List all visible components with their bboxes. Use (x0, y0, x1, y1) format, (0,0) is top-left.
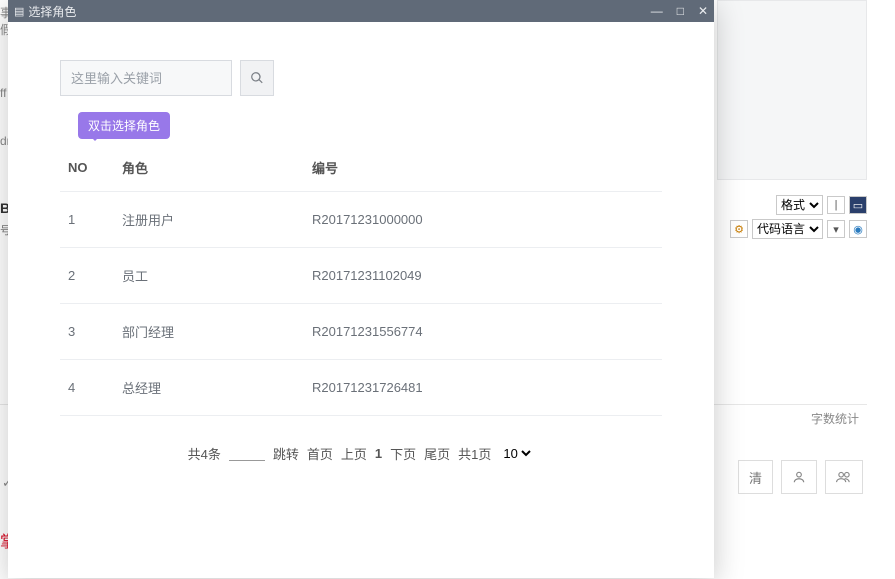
search-input[interactable] (60, 60, 232, 96)
down-icon[interactable]: ▾ (827, 220, 845, 238)
cell-role: 员工 (114, 248, 304, 304)
table-row[interactable]: 3部门经理R20171231556774 (60, 304, 662, 360)
search-button[interactable] (240, 60, 274, 96)
pager-size-select[interactable]: 10 (499, 445, 534, 462)
bg-panel (717, 0, 867, 180)
pager-prev[interactable]: 上页 (341, 444, 367, 463)
clear-button[interactable]: 清 (738, 460, 773, 494)
cell-code: R20171231000000 (304, 192, 662, 248)
pager-pages: 共1页 (458, 444, 491, 463)
pager-current: 1 (375, 446, 382, 461)
dialog-title: 选择角色 (28, 3, 76, 20)
cell-code: R20171231102049 (304, 248, 662, 304)
cell-role: 注册用户 (114, 192, 304, 248)
col-no: NO (60, 144, 114, 192)
cell-no: 2 (60, 248, 114, 304)
role-table: NO 角色 编号 1注册用户R201712310000002员工R2017123… (60, 144, 662, 416)
table-row[interactable]: 1注册用户R20171231000000 (60, 192, 662, 248)
user-icon[interactable] (781, 460, 817, 494)
pager: 共4条 跳转 首页 上页 1 下页 尾页 共1页 10 (60, 444, 662, 463)
window-icon: ▤ (14, 5, 24, 18)
pager-total: 共4条 (188, 444, 221, 463)
pager-next[interactable]: 下页 (390, 444, 416, 463)
cell-code: R20171231726481 (304, 360, 662, 416)
col-code: 编号 (304, 144, 662, 192)
minimize-icon[interactable]: — (651, 5, 663, 17)
pager-last[interactable]: 尾页 (424, 444, 450, 463)
code-lang-select[interactable]: 代码语言 (752, 219, 823, 239)
table-row[interactable]: 4总经理R20171231726481 (60, 360, 662, 416)
table-header-row: NO 角色 编号 (60, 144, 662, 192)
select-role-dialog: ▤ 选择角色 — □ ✕ 双击选择角色 NO 角色 编号 1注册用户R201 (8, 0, 714, 578)
toolbar-separator: | (827, 196, 845, 214)
cell-no: 4 (60, 360, 114, 416)
dialog-titlebar[interactable]: ▤ 选择角色 — □ ✕ (8, 0, 714, 22)
table-row[interactable]: 2员工R20171231102049 (60, 248, 662, 304)
pager-first[interactable]: 首页 (307, 444, 333, 463)
users-icon[interactable] (825, 460, 863, 494)
bg-button-row: 清 (738, 460, 863, 494)
cell-code: R20171231556774 (304, 304, 662, 360)
cell-role: 部门经理 (114, 304, 304, 360)
cell-no: 3 (60, 304, 114, 360)
word-count-label[interactable]: 字数统计 (811, 410, 859, 427)
close-icon[interactable]: ✕ (698, 5, 708, 17)
hint-tooltip: 双击选择角色 (78, 112, 170, 139)
format-select[interactable]: 格式 (776, 195, 823, 215)
bg-toolbar: 格式 | ▭ ⚙ 代码语言 ▾ ◉ (697, 195, 867, 245)
fullscreen-icon[interactable]: ▭ (849, 196, 867, 214)
search-icon (250, 71, 264, 85)
pager-jump-input[interactable] (229, 447, 265, 461)
cell-role: 总经理 (114, 360, 304, 416)
pager-jump[interactable]: 跳转 (273, 444, 299, 463)
cell-no: 1 (60, 192, 114, 248)
maximize-icon[interactable]: □ (677, 5, 684, 17)
col-role: 角色 (114, 144, 304, 192)
globe-icon[interactable]: ◉ (849, 220, 867, 238)
gear-icon[interactable]: ⚙ (730, 220, 748, 238)
